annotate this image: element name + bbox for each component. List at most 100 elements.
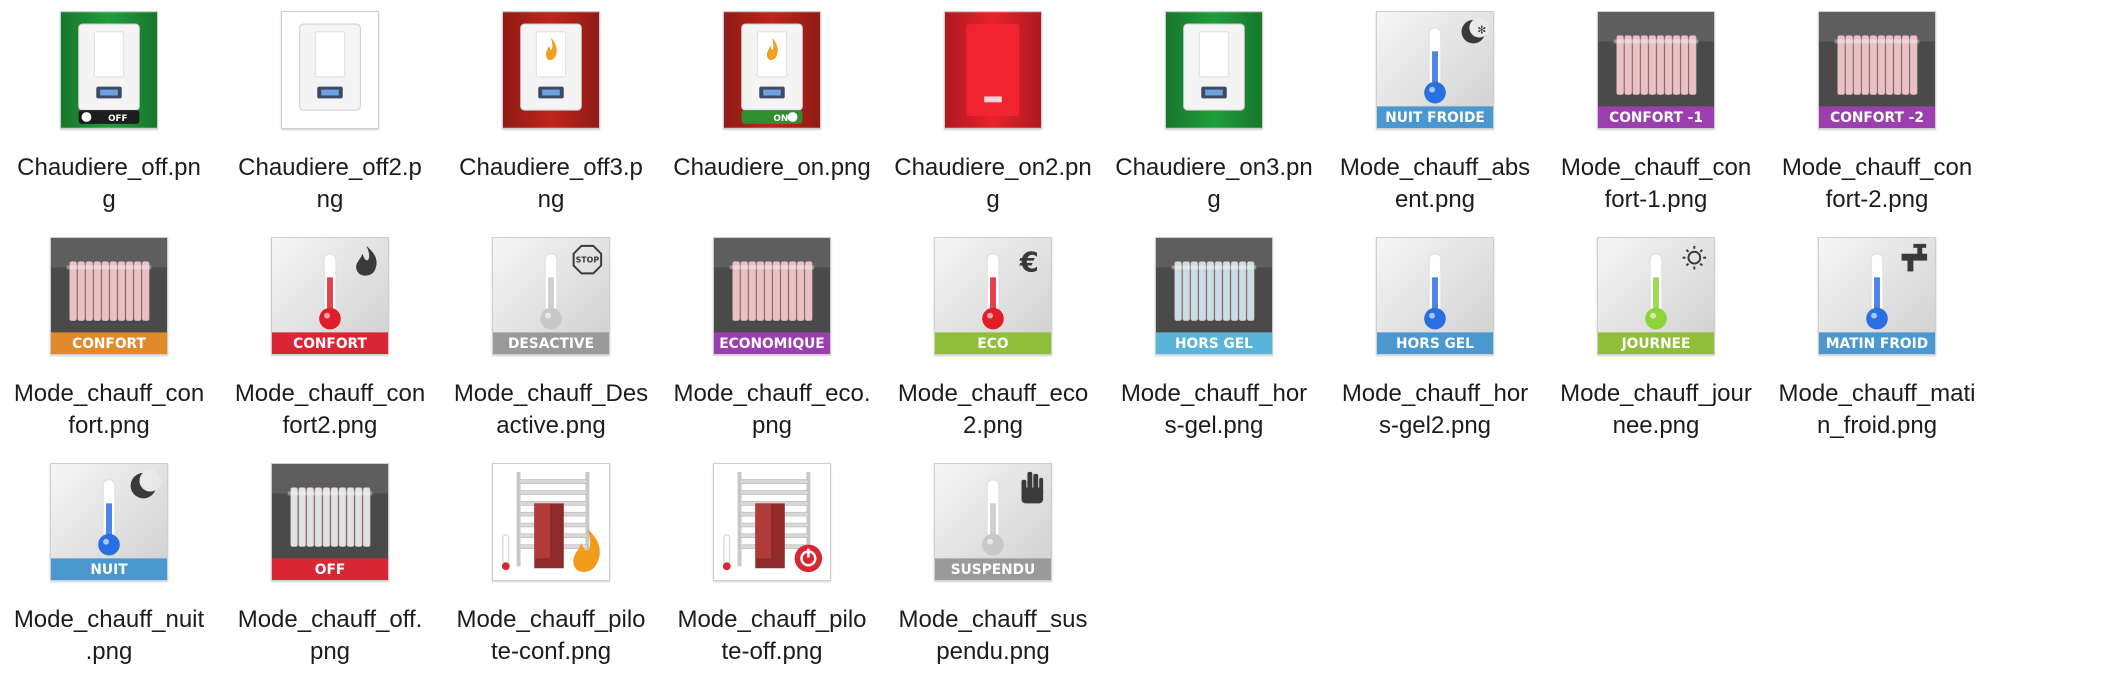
file-name[interactable]: Chaudiere_off.pn g: [3, 152, 215, 216]
file-item[interactable]: ON Chaudiere_on.png: [666, 0, 878, 210]
file-name-line: Chaudiere_on3.pn: [1115, 154, 1313, 181]
mode_matin_froid-thumbnail: MATIN FROID: [1819, 238, 1935, 354]
file-name-line: Mode_chauff_con: [1781, 154, 1973, 181]
euro-icon: €: [1019, 246, 1039, 278]
file-name[interactable]: Mode_chauff_eco. png: [666, 378, 878, 442]
file-name-line: png: [751, 412, 793, 439]
file-name[interactable]: Mode_chauff_sus pendu.png: [887, 604, 1099, 668]
mode_pilote_off-thumbnail[interactable]: [713, 463, 831, 581]
chaudiere_on2-thumbnail[interactable]: [944, 11, 1042, 129]
file-item[interactable]: MATIN FROID Mode_chauff_mati n_froid.png: [1771, 226, 1983, 439]
file-name[interactable]: Mode_chauff_nuit .png: [3, 604, 215, 668]
file-name-line: Mode_chauff_eco: [897, 380, 1089, 407]
mode_confort_1-label: CONFORT -1: [1609, 110, 1703, 126]
file-name[interactable]: Mode_chauff_eco 2.png: [887, 378, 1099, 442]
file-name[interactable]: Mode_chauff_con fort2.png: [224, 378, 436, 442]
file-name[interactable]: Mode_chauff_jour nee.png: [1550, 378, 1762, 442]
file-name-line: Mode_chauff_abs: [1339, 154, 1531, 181]
file-item[interactable]: STOP DESACTIVE Mode_chauff_Des active.png: [445, 226, 657, 439]
mode_pilote_conf-thumbnail[interactable]: [492, 463, 610, 581]
file-name-line: Mode_chauff_hor: [1341, 380, 1529, 407]
file-name[interactable]: Chaudiere_on3.png: [1108, 152, 1320, 216]
chaudiere_off3-thumbnail: [503, 12, 599, 128]
file-name-line: Mode_chauff_hor: [1120, 380, 1308, 407]
mode_journee-thumbnail[interactable]: JOURNEE: [1597, 237, 1715, 355]
file-item[interactable]: CONFORT -1 Mode_chauff_con fort-1.png: [1550, 0, 1762, 213]
file-item[interactable]: € ECO Mode_chauff_eco 2.png: [887, 226, 1099, 439]
file-item[interactable]: Mode_chauff_pilo te-conf.png: [445, 452, 657, 665]
mode_eco2-thumbnail[interactable]: € ECO: [934, 237, 1052, 355]
svg-text:STOP: STOP: [576, 256, 600, 265]
file-name[interactable]: Chaudiere_off3.p ng: [445, 152, 657, 216]
file-name-line: n_froid.png: [1816, 412, 1938, 439]
file-name-line: fort.png: [68, 412, 150, 439]
file-item[interactable]: JOURNEE Mode_chauff_jour nee.png: [1550, 226, 1762, 439]
file-item[interactable]: Chaudiere_on2.pn g: [887, 0, 1099, 213]
mode_suspendu-thumbnail[interactable]: SUSPENDU: [934, 463, 1052, 581]
mode_eco-thumbnail[interactable]: ECONOMIQUE: [713, 237, 831, 355]
chaudiere_on3-thumbnail: [1166, 12, 1262, 128]
chaudiere_off3-thumbnail[interactable]: [502, 11, 600, 129]
file-name[interactable]: Mode_chauff_con fort.png: [3, 378, 215, 442]
mode_hors_gel2-thumbnail[interactable]: HORS GEL: [1376, 237, 1494, 355]
file-name[interactable]: Mode_chauff_con fort-1.png: [1550, 152, 1762, 216]
file-item[interactable]: CONFORT Mode_chauff_con fort2.png: [224, 226, 436, 439]
svg-text:€: €: [1019, 246, 1039, 278]
file-item[interactable]: ✻ NUIT FROIDE Mode_chauff_abs ent.png: [1329, 0, 1541, 213]
mode_confort_1-thumbnail[interactable]: CONFORT -1: [1597, 11, 1715, 129]
file-name[interactable]: Mode_chauff_hor s-gel2.png: [1329, 378, 1541, 442]
file-name[interactable]: Mode_chauff_con fort-2.png: [1771, 152, 1983, 216]
file-name[interactable]: Chaudiere_on.png: [666, 152, 878, 184]
file-item[interactable]: Mode_chauff_pilo te-off.png: [666, 452, 878, 665]
file-item[interactable]: OFF Mode_chauff_off. png: [224, 452, 436, 665]
file-name-line: Chaudiere_on.png: [673, 154, 871, 181]
file-name[interactable]: Mode_chauff_hor s-gel.png: [1108, 378, 1320, 442]
chaudiere_on-thumbnail[interactable]: ON: [723, 11, 821, 129]
file-name[interactable]: Mode_chauff_off. png: [224, 604, 436, 668]
file-name[interactable]: Mode_chauff_abs ent.png: [1329, 152, 1541, 216]
file-name-line: .png: [85, 638, 133, 665]
file-item[interactable]: NUIT Mode_chauff_nuit .png: [3, 452, 215, 665]
file-name-line: s-gel.png: [1164, 412, 1264, 439]
file-item[interactable]: Chaudiere_on3.png: [1108, 0, 1320, 213]
mode_confort-thumbnail[interactable]: CONFORT: [50, 237, 168, 355]
file-name-line: s-gel2.png: [1378, 412, 1492, 439]
file-name-line: active.png: [496, 412, 606, 439]
chaudiere_off-thumbnail[interactable]: OFF: [60, 11, 158, 129]
file-item[interactable]: Chaudiere_off3.p ng: [445, 0, 657, 213]
file-item[interactable]: OFF Chaudiere_off.pn g: [3, 0, 215, 213]
mode_hors_gel-thumbnail[interactable]: HORS GEL: [1155, 237, 1273, 355]
mode_nuit-thumbnail: NUIT: [51, 464, 167, 580]
file-item[interactable]: ECONOMIQUE Mode_chauff_eco. png: [666, 226, 878, 439]
file-name-line: Mode_chauff_mati: [1778, 380, 1976, 407]
file-name-line: g: [1207, 186, 1221, 213]
file-item[interactable]: CONFORT Mode_chauff_con fort.png: [3, 226, 215, 439]
file-item[interactable]: SUSPENDU Mode_chauff_sus pendu.png: [887, 452, 1099, 665]
file-name[interactable]: Mode_chauff_Des active.png: [445, 378, 657, 442]
file-item[interactable]: CONFORT -2 Mode_chauff_con fort-2.png: [1771, 0, 1983, 213]
file-item[interactable]: Chaudiere_off2.p ng: [224, 0, 436, 213]
mode_confort2-thumbnail[interactable]: CONFORT: [271, 237, 389, 355]
mode_confort-thumbnail: CONFORT: [51, 238, 167, 354]
chaudiere_off2-thumbnail[interactable]: [281, 11, 379, 129]
file-name[interactable]: Mode_chauff_mati n_froid.png: [1771, 378, 1983, 442]
file-name-line: Mode_chauff_pilo: [456, 606, 646, 633]
mode_matin_froid-thumbnail[interactable]: MATIN FROID: [1818, 237, 1936, 355]
file-name[interactable]: Mode_chauff_pilo te-conf.png: [445, 604, 657, 668]
mode_eco2-thumbnail: € ECO: [935, 238, 1051, 354]
file-name[interactable]: Mode_chauff_pilo te-off.png: [666, 604, 878, 668]
file-name[interactable]: Chaudiere_on2.pn g: [887, 152, 1099, 216]
file-item[interactable]: HORS GEL Mode_chauff_hor s-gel2.png: [1329, 226, 1541, 439]
mode_off-thumbnail[interactable]: OFF: [271, 463, 389, 581]
chaudiere_on3-thumbnail[interactable]: [1165, 11, 1263, 129]
mode_eco-thumbnail: ECONOMIQUE: [714, 238, 830, 354]
mode_journee-thumbnail: JOURNEE: [1598, 238, 1714, 354]
mode_absent-thumbnail[interactable]: ✻ NUIT FROIDE: [1376, 11, 1494, 129]
mode_confort2-thumbnail: CONFORT: [272, 238, 388, 354]
mode_nuit-thumbnail[interactable]: NUIT: [50, 463, 168, 581]
file-item[interactable]: HORS GEL Mode_chauff_hor s-gel.png: [1108, 226, 1320, 439]
file-name[interactable]: Chaudiere_off2.p ng: [224, 152, 436, 216]
mode_desactive-thumbnail[interactable]: STOP DESACTIVE: [492, 237, 610, 355]
mode_confort_2-thumbnail[interactable]: CONFORT -2: [1818, 11, 1936, 129]
file-name-line: Mode_chauff_Des: [453, 380, 649, 407]
